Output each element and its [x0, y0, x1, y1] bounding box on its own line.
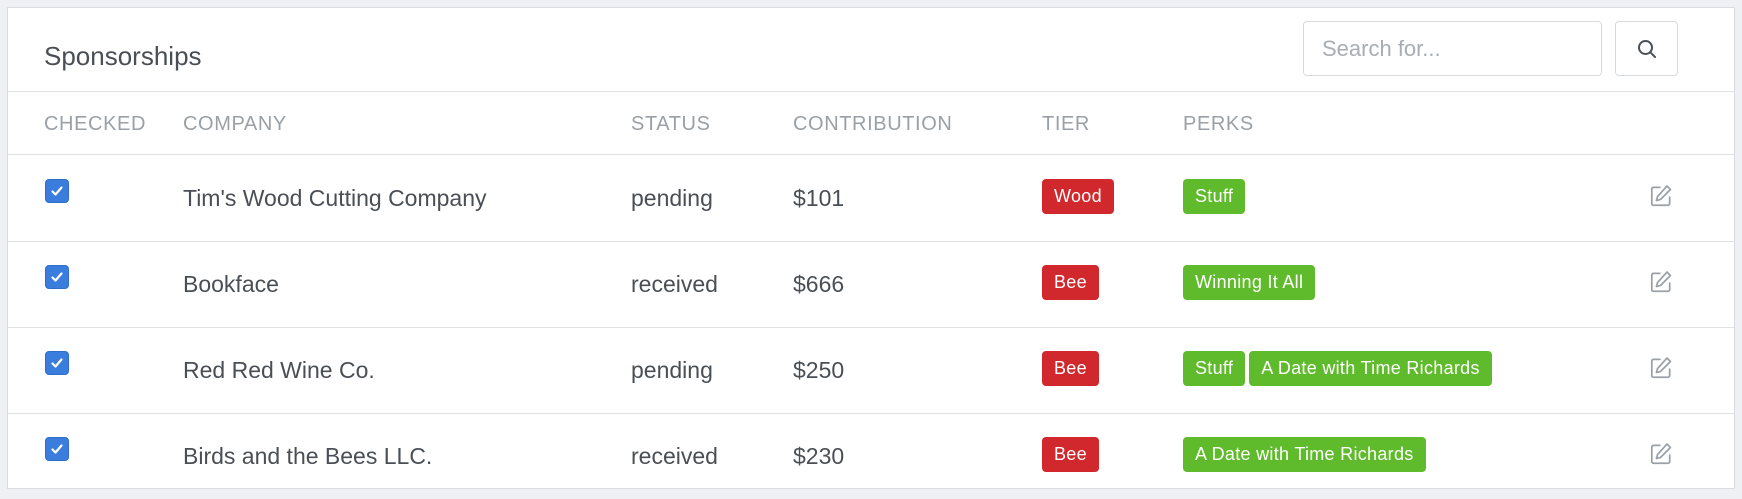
row-checkbox[interactable] [45, 351, 69, 375]
edit-icon[interactable] [1648, 183, 1674, 209]
contribution-amount: $101 [793, 185, 845, 211]
company-name: Red Red Wine Co. [183, 357, 375, 383]
search-icon [1637, 39, 1656, 58]
perks-list: Winning It All [1183, 265, 1319, 300]
table-row: Bookface received $666 Bee Winning It Al… [8, 241, 1734, 328]
checkmark-icon [51, 186, 63, 196]
status-text: received [631, 443, 718, 469]
column-header-contribution[interactable]: CONTRIBUTION [793, 112, 952, 136]
table-header: CHECKED COMPANY STATUS CONTRIBUTION TIER… [8, 92, 1734, 155]
perks-list: Stuff [1183, 179, 1249, 214]
tier-badge: Bee [1042, 437, 1099, 472]
perk-badge: A Date with Time Richards [1183, 437, 1426, 472]
column-header-company[interactable]: COMPANY [183, 112, 287, 136]
checkmark-icon [51, 272, 63, 282]
tier-badge: Bee [1042, 351, 1099, 386]
tier-badge: Bee [1042, 265, 1099, 300]
row-checkbox[interactable] [45, 179, 69, 203]
company-name: Tim's Wood Cutting Company [183, 185, 487, 211]
search-input[interactable] [1303, 21, 1602, 76]
edit-icon[interactable] [1648, 269, 1674, 295]
table-row: Birds and the Bees LLC. received $230 Be… [8, 413, 1734, 499]
column-header-checked[interactable]: CHECKED [44, 112, 146, 136]
status-text: received [631, 271, 718, 297]
perk-badge: Stuff [1183, 179, 1246, 214]
table-row: Tim's Wood Cutting Company pending $101 … [8, 155, 1734, 242]
perk-badge: Stuff [1183, 351, 1246, 386]
checkmark-icon [51, 358, 63, 368]
table-row: Red Red Wine Co. pending $250 Bee Stuff A… [8, 327, 1734, 414]
search-button[interactable] [1615, 21, 1678, 76]
column-header-status[interactable]: STATUS [631, 112, 711, 136]
column-header-perks[interactable]: PERKS [1183, 112, 1254, 136]
card-header: Sponsorships [8, 8, 1734, 92]
status-text: pending [631, 357, 713, 383]
edit-icon[interactable] [1648, 441, 1674, 467]
contribution-amount: $666 [793, 271, 845, 297]
perks-list: A Date with Time Richards [1183, 437, 1430, 472]
status-text: pending [631, 185, 713, 211]
contribution-amount: $250 [793, 357, 845, 383]
perk-badge: A Date with Time Richards [1249, 351, 1492, 386]
perks-list: Stuff A Date with Time Richards [1183, 351, 1496, 386]
page-title: Sponsorships [44, 41, 202, 71]
company-name: Bookface [183, 271, 279, 297]
tier-badge: Wood [1042, 179, 1114, 214]
column-header-tier[interactable]: TIER [1042, 112, 1090, 136]
row-checkbox[interactable] [45, 265, 69, 289]
row-checkbox[interactable] [45, 437, 69, 461]
contribution-amount: $230 [793, 443, 845, 469]
sponsorships-card: Sponsorships CHECKED COMPANY STATUS CONT… [7, 7, 1735, 489]
perk-badge: Winning It All [1183, 265, 1316, 300]
checkmark-icon [51, 444, 63, 454]
edit-icon[interactable] [1648, 355, 1674, 381]
company-name: Birds and the Bees LLC. [183, 443, 433, 469]
